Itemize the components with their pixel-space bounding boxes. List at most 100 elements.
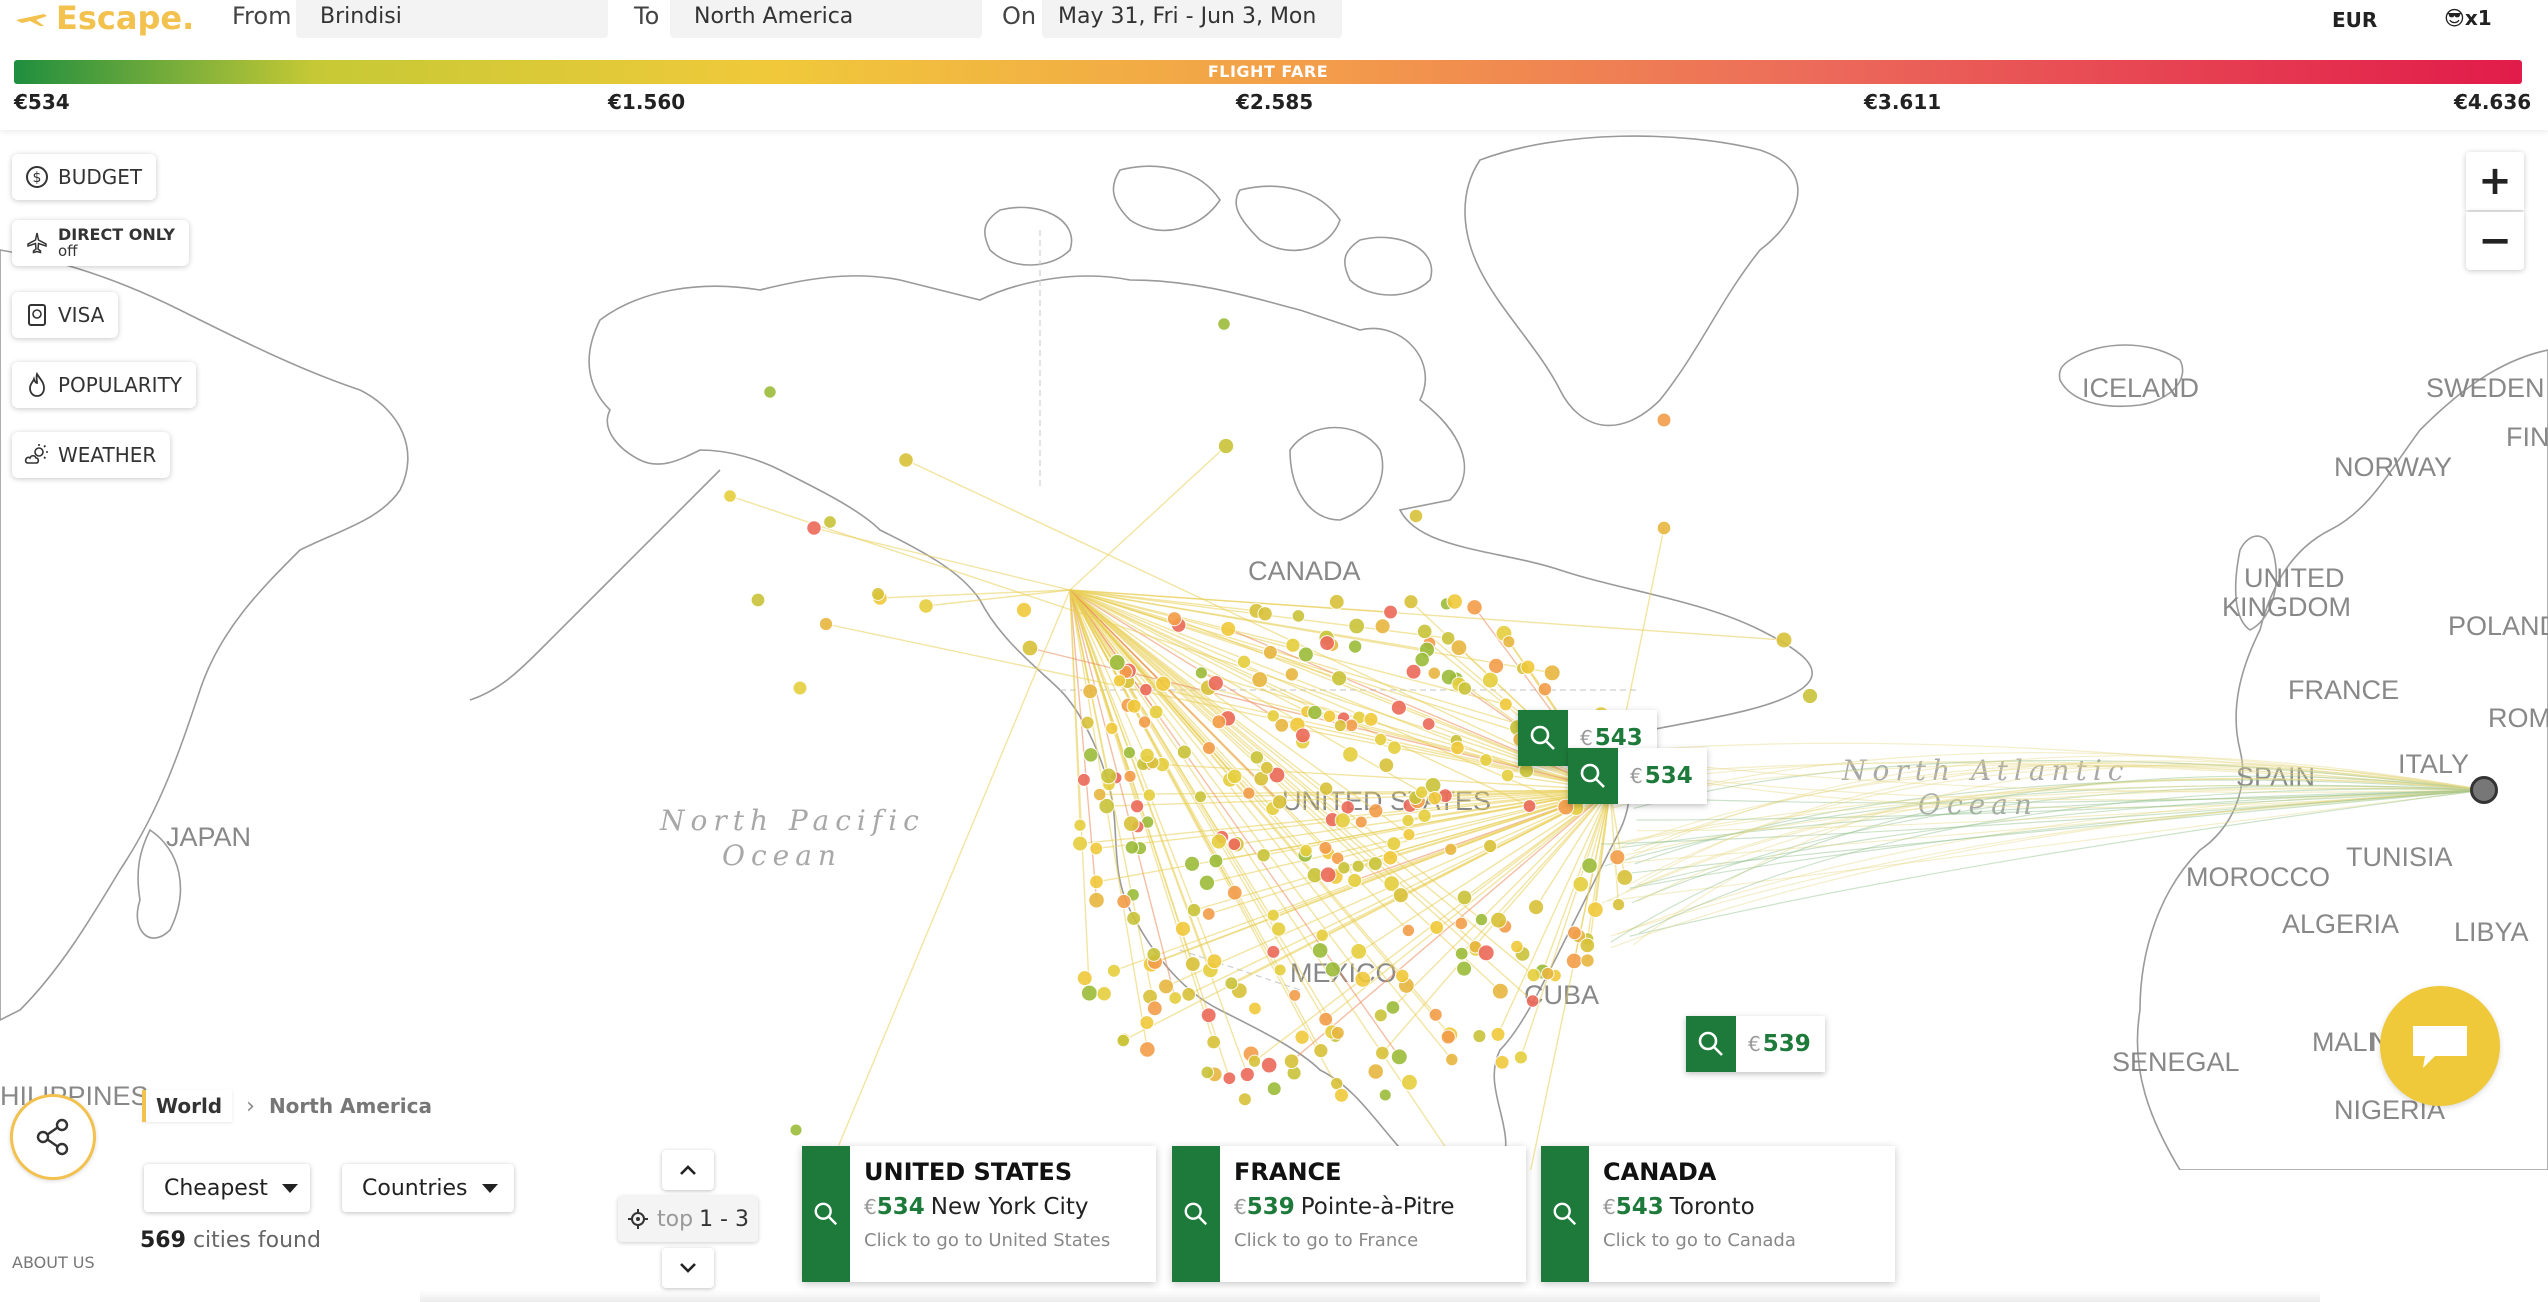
destination-dot[interactable] — [1124, 840, 1140, 855]
destination-dot[interactable] — [871, 587, 885, 601]
destination-dot[interactable] — [1775, 631, 1793, 649]
destination-dot[interactable] — [1318, 840, 1333, 855]
destination-dot[interactable] — [1656, 520, 1672, 536]
destination-dot[interactable] — [1334, 812, 1351, 829]
destination-dot[interactable] — [1284, 667, 1300, 682]
destination-dot[interactable] — [1330, 1025, 1345, 1040]
destination-dot[interactable] — [1586, 901, 1604, 919]
destination-dot[interactable] — [1477, 944, 1495, 962]
destination-dot[interactable] — [818, 616, 834, 632]
destination-dot[interactable] — [1207, 675, 1224, 692]
destination-dot[interactable] — [1416, 623, 1433, 640]
destination-dot[interactable] — [1226, 768, 1243, 785]
destination-dot[interactable] — [1344, 718, 1359, 733]
price-pin-new-york[interactable]: €534 — [1568, 748, 1707, 804]
destination-dot[interactable] — [1168, 991, 1183, 1005]
destination-dot[interactable] — [1146, 947, 1162, 962]
chat-button[interactable] — [2380, 986, 2500, 1106]
destination-dot[interactable] — [1270, 921, 1287, 937]
destination-dot[interactable] — [1367, 856, 1383, 872]
direct-only-filter-button[interactable]: DIRECT ONLY off — [12, 220, 189, 266]
map-canvas[interactable]: North Pacific Ocean North Atlantic Ocean… — [0, 130, 2548, 1267]
destination-dot[interactable] — [1490, 911, 1508, 929]
destination-dot[interactable] — [1656, 412, 1672, 428]
destination-dot[interactable] — [1247, 1054, 1262, 1068]
destination-dot[interactable] — [1193, 790, 1207, 804]
destination-dot[interactable] — [1294, 727, 1311, 744]
destination-dot[interactable] — [1126, 910, 1142, 926]
destination-dot[interactable] — [1260, 1056, 1278, 1074]
destination-dot[interactable] — [1256, 847, 1271, 863]
destination-dot[interactable] — [1089, 874, 1104, 890]
destination-dot[interactable] — [1155, 675, 1172, 692]
share-button[interactable] — [10, 1094, 96, 1180]
destination-dot[interactable] — [1457, 681, 1473, 696]
destination-dot[interactable] — [1227, 837, 1242, 852]
destination-dot[interactable] — [1139, 682, 1153, 697]
destination-dot[interactable] — [789, 1123, 803, 1137]
destination-dot[interactable] — [1148, 704, 1164, 720]
destination-dot[interactable] — [1616, 869, 1634, 886]
destination-dot[interactable] — [1543, 664, 1561, 682]
destination-dot[interactable] — [1424, 776, 1442, 794]
destination-dot[interactable] — [1181, 987, 1197, 1002]
destination-dot[interactable] — [1122, 746, 1137, 760]
destination-dot[interactable] — [1510, 939, 1524, 954]
result-card-united-states[interactable]: UNITED STATES €534 New York City Click to… — [802, 1146, 1156, 1282]
destination-dot[interactable] — [1201, 741, 1216, 756]
destination-dot[interactable] — [1328, 593, 1345, 610]
destination-dot[interactable] — [1291, 609, 1306, 623]
destination-dot[interactable] — [1176, 744, 1192, 760]
destination-dot[interactable] — [1350, 943, 1368, 960]
destination-dot[interactable] — [1237, 1092, 1252, 1107]
destination-dot[interactable] — [1541, 966, 1555, 981]
destination-dot[interactable] — [750, 592, 766, 608]
result-card-france[interactable]: FRANCE €539 Pointe-à-Pitre Click to go to… — [1172, 1146, 1526, 1282]
dates-input[interactable]: May 31, Fri - Jun 3, Mon — [1042, 0, 1342, 38]
destination-dot[interactable] — [1446, 593, 1463, 610]
destination-dot[interactable] — [1236, 654, 1252, 669]
price-pin-pointe-a-pitre[interactable]: €539 — [1686, 1016, 1825, 1072]
destination-dot[interactable] — [1222, 1071, 1237, 1086]
destination-dot[interactable] — [1194, 666, 1208, 680]
destination-dot[interactable] — [1611, 897, 1626, 912]
destination-dot[interactable] — [1283, 1053, 1300, 1070]
destination-dot[interactable] — [1454, 946, 1469, 961]
destination-dot[interactable] — [1401, 923, 1416, 938]
destination-dot[interactable] — [1226, 884, 1243, 901]
destination-dot[interactable] — [1322, 709, 1337, 724]
destination-dot[interactable] — [1331, 670, 1348, 687]
destination-dot[interactable] — [1096, 985, 1112, 1002]
destination-dot[interactable] — [1184, 855, 1201, 872]
destination-dot[interactable] — [1105, 721, 1119, 736]
destination-dot[interactable] — [1363, 711, 1379, 727]
destination-dot[interactable] — [1297, 646, 1314, 663]
destination-dot[interactable] — [1526, 967, 1541, 983]
destination-dot[interactable] — [1080, 984, 1098, 1002]
destination-dot[interactable] — [1122, 815, 1140, 833]
destination-dot[interactable] — [1299, 843, 1313, 858]
destination-dot[interactable] — [1266, 1081, 1282, 1097]
destination-dot[interactable] — [1395, 968, 1410, 984]
destination-dot[interactable] — [1174, 920, 1192, 937]
destination-dot[interactable] — [1319, 635, 1336, 652]
from-input[interactable]: Brindisi — [296, 0, 608, 38]
destination-dot[interactable] — [1126, 698, 1142, 714]
destination-dot[interactable] — [1456, 960, 1473, 977]
destination-dot[interactable] — [1137, 715, 1152, 729]
top-range-button[interactable]: top 1 - 3 — [618, 1196, 758, 1242]
destination-dot[interactable] — [1106, 963, 1121, 978]
destination-dot[interactable] — [1481, 671, 1499, 689]
destination-dot[interactable] — [1347, 872, 1363, 888]
destination-dot[interactable] — [1580, 953, 1595, 968]
destination-dot[interactable] — [1383, 604, 1398, 620]
destination-dot[interactable] — [1262, 644, 1278, 660]
destination-dot[interactable] — [1402, 828, 1416, 842]
destination-dot[interactable] — [1502, 635, 1516, 649]
destination-dot[interactable] — [1217, 437, 1235, 455]
destination-dot[interactable] — [1318, 1011, 1334, 1027]
destination-dot[interactable] — [898, 452, 914, 468]
destination-dot[interactable] — [1417, 808, 1432, 823]
destination-dot[interactable] — [1390, 699, 1407, 716]
destination-dot[interactable] — [763, 385, 777, 399]
